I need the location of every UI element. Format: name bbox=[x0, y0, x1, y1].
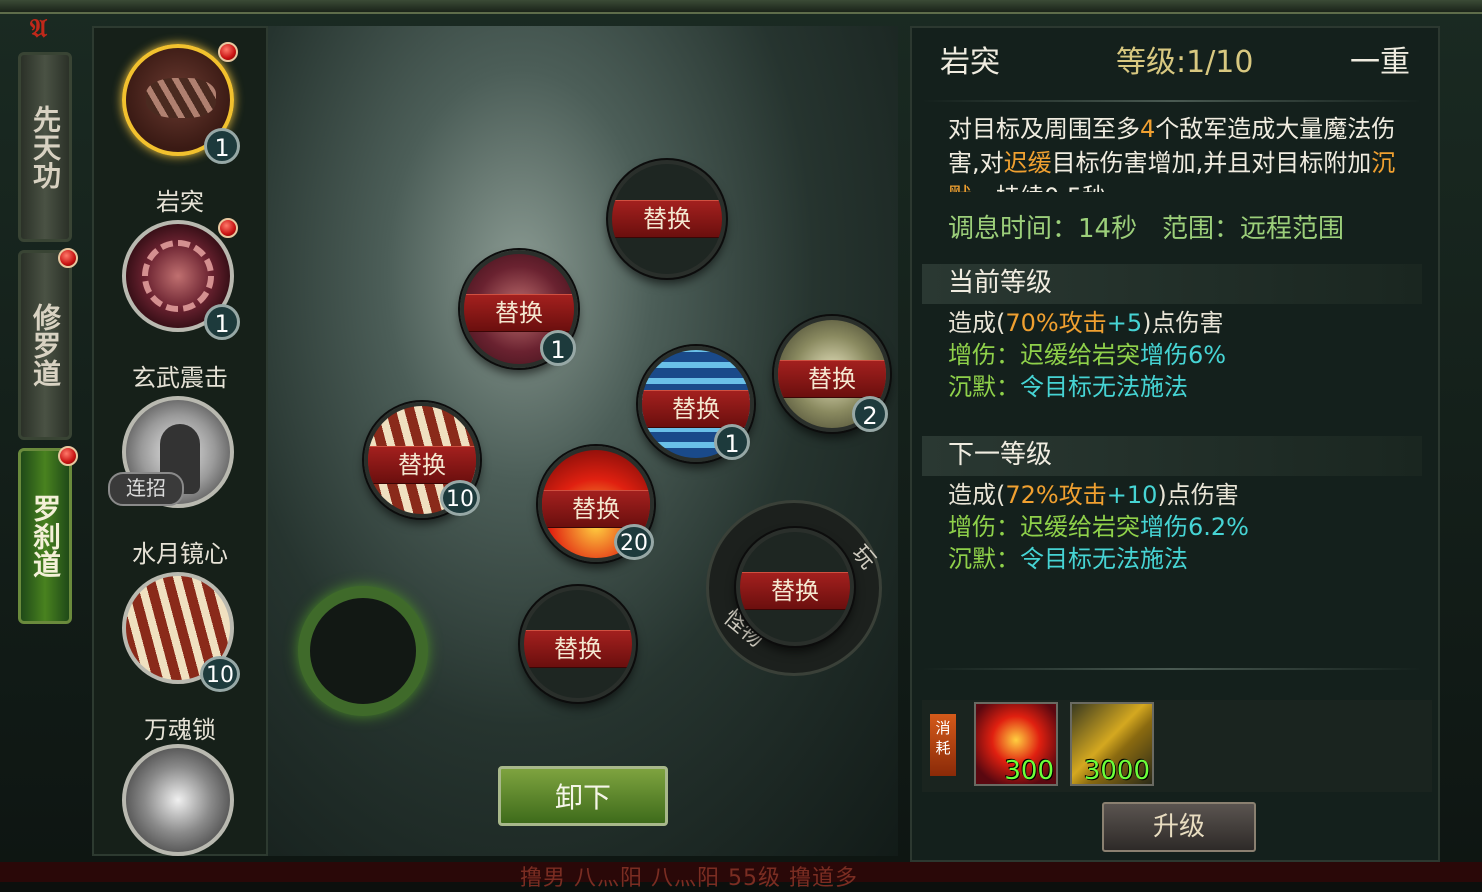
swap-button[interactable]: 替换 bbox=[464, 294, 574, 332]
skill-item-wanhun[interactable]: 10 万魂锁 bbox=[94, 568, 266, 744]
burst-icon bbox=[122, 744, 234, 856]
bonus-text: 迟缓给岩突 bbox=[1020, 341, 1140, 369]
skill-name: 水月镜心 bbox=[132, 540, 228, 568]
swap-button[interactable]: 替换 bbox=[542, 490, 650, 528]
divider bbox=[922, 100, 1422, 102]
swap-button[interactable]: 替换 bbox=[524, 630, 632, 668]
cooldown-text: 调息时间：14秒 bbox=[948, 214, 1138, 244]
tab-xiantiangong[interactable]: 先天功 bbox=[18, 52, 72, 242]
notification-dot bbox=[58, 446, 78, 466]
damage-text: )点伤害 bbox=[1142, 309, 1224, 337]
cost-label: 消耗 bbox=[930, 714, 956, 776]
desc-highlight: 迟缓 bbox=[1003, 149, 1052, 177]
swap-button[interactable]: 替换 bbox=[368, 446, 476, 484]
damage-text: )点伤害 bbox=[1157, 481, 1239, 509]
desc-highlight: 4 bbox=[1140, 115, 1156, 143]
current-silence: 沉默：令目标无法施法 bbox=[948, 370, 1188, 404]
gold-scroll-icon[interactable]: 3000 bbox=[1070, 702, 1154, 786]
top-border bbox=[0, 0, 1482, 14]
silence-text: 令目标无法施法 bbox=[1020, 545, 1188, 573]
bonus-value: 增伤6% bbox=[1140, 341, 1227, 369]
empty-slot-ring[interactable] bbox=[298, 586, 428, 716]
notification-dot bbox=[218, 42, 238, 62]
skill-item-locked[interactable] bbox=[94, 740, 266, 856]
slot-level-badge: 20 bbox=[614, 524, 654, 560]
silence-text: 令目标无法施法 bbox=[1020, 373, 1188, 401]
damage-text: 造成( bbox=[948, 481, 1006, 509]
next-damage: 造成(72%攻击+10)点伤害 bbox=[948, 478, 1239, 512]
notification-dot bbox=[218, 218, 238, 238]
current-damage: 造成(70%攻击+5)点伤害 bbox=[948, 306, 1223, 340]
logo-icon: 𝔄 bbox=[30, 14, 48, 44]
swap-button[interactable]: 替换 bbox=[612, 200, 722, 238]
next-bonus: 增伤：迟缓给岩突增伤6.2% bbox=[948, 510, 1249, 544]
skill-slot-8[interactable]: 替换 bbox=[520, 586, 636, 702]
damage-value: 72%攻击 bbox=[1005, 481, 1107, 509]
skill-level-text: 等级:1/10 bbox=[1116, 45, 1254, 80]
skill-item-shuiyue[interactable]: 连招 水月镜心 bbox=[94, 392, 266, 568]
slot-level-badge: 2 bbox=[852, 396, 888, 432]
upgrade-button[interactable]: 升级 bbox=[1102, 802, 1256, 852]
skill-level-badge: 10 bbox=[200, 656, 240, 692]
category-tabs: 𝔄 先天功 修罗道 罗刹道 bbox=[18, 14, 78, 632]
divider bbox=[922, 668, 1422, 670]
skill-tier: 一重 bbox=[1350, 45, 1410, 80]
damage-text: 造成( bbox=[948, 309, 1006, 337]
swap-button[interactable]: 替换 bbox=[642, 390, 750, 428]
silence-label: 沉默： bbox=[948, 373, 1020, 401]
tab-label: 先天功 bbox=[29, 105, 62, 189]
skill-name: 玄武震击 bbox=[132, 364, 228, 392]
swap-button[interactable]: 替换 bbox=[778, 360, 886, 398]
skill-item-yantu[interactable]: 1 岩突 bbox=[94, 40, 266, 216]
slot-level-badge: 1 bbox=[540, 330, 576, 366]
bonus-value: 增伤6.2% bbox=[1140, 513, 1249, 541]
bottom-ticker-bar: 撸男 八灬阳 八灬阳 55级 撸道多 bbox=[0, 862, 1482, 891]
tab-xiuluodao[interactable]: 修罗道 bbox=[18, 250, 72, 440]
skill-title: 岩突 bbox=[940, 45, 1000, 80]
skill-level-badge: 1 bbox=[204, 128, 240, 164]
skill-slot-1[interactable]: 替换 bbox=[608, 160, 726, 278]
current-bonus: 增伤：迟缓给岩突增伤6% bbox=[948, 338, 1226, 372]
cost-section: 消耗 300 3000 bbox=[922, 700, 1432, 792]
bonus-label: 增伤： bbox=[948, 513, 1020, 541]
desc-text: 对目标及周围至多 bbox=[948, 115, 1140, 143]
silence-label: 沉默： bbox=[948, 545, 1020, 573]
item-quantity: 300 bbox=[1004, 756, 1054, 786]
skill-detail-panel: 岩突 等级:1/10 一重 对目标及周围至多4个敌军造成大量魔法伤害,对迟缓目标… bbox=[910, 26, 1440, 862]
skill-name: 岩突 bbox=[156, 188, 204, 216]
swap-button[interactable]: 替换 bbox=[740, 572, 850, 610]
ticker-text: 撸男 八灬阳 八灬阳 55级 撸道多 bbox=[520, 866, 858, 891]
slot-level-badge: 10 bbox=[440, 480, 480, 516]
damage-bonus: +5 bbox=[1106, 309, 1143, 337]
range-text: 范围：远程范围 bbox=[1162, 214, 1345, 244]
tab-label: 罗刹道 bbox=[29, 494, 62, 578]
damage-bonus: +10 bbox=[1106, 481, 1158, 509]
slot-level-badge: 1 bbox=[714, 424, 750, 460]
tab-luochadao[interactable]: 罗刹道 bbox=[18, 448, 72, 624]
next-level-title: 下一等级 bbox=[948, 440, 1053, 470]
item-quantity: 3000 bbox=[1083, 756, 1150, 786]
fire-orb-icon[interactable]: 300 bbox=[974, 702, 1058, 786]
skill-item-xuanwu[interactable]: 1 玄武震击 bbox=[94, 216, 266, 392]
skill-level-badge: 1 bbox=[204, 304, 240, 340]
skill-description: 对目标及周围至多4个敌军造成大量魔法伤害,对迟缓目标伤害增加,并且对目标附加沉默… bbox=[948, 112, 1418, 192]
bonus-label: 增伤： bbox=[948, 341, 1020, 369]
combo-tag: 连招 bbox=[108, 472, 184, 506]
desc-text: ，持续0.5秒 bbox=[972, 183, 1106, 192]
next-silence: 沉默：令目标无法施法 bbox=[948, 542, 1188, 576]
skill-slot-panel: 替换 替换 1 替换 2 替换 1 替换 10 替换 20 替换 玩家 怪物 替… bbox=[268, 26, 898, 856]
skill-slot-center[interactable]: 替换 bbox=[736, 528, 854, 646]
desc-text: 目标伤害增加,并且对目标附加 bbox=[1051, 149, 1372, 177]
current-level-title: 当前等级 bbox=[948, 268, 1053, 298]
bonus-text: 迟缓给岩突 bbox=[1020, 513, 1140, 541]
unload-button[interactable]: 卸下 bbox=[498, 766, 668, 826]
skill-list[interactable]: 1 岩突 1 玄武震击 连招 水月镜心 10 万魂锁 bbox=[92, 26, 268, 856]
tab-label: 修罗道 bbox=[29, 303, 62, 387]
notification-dot bbox=[58, 248, 78, 268]
damage-value: 70%攻击 bbox=[1005, 309, 1107, 337]
